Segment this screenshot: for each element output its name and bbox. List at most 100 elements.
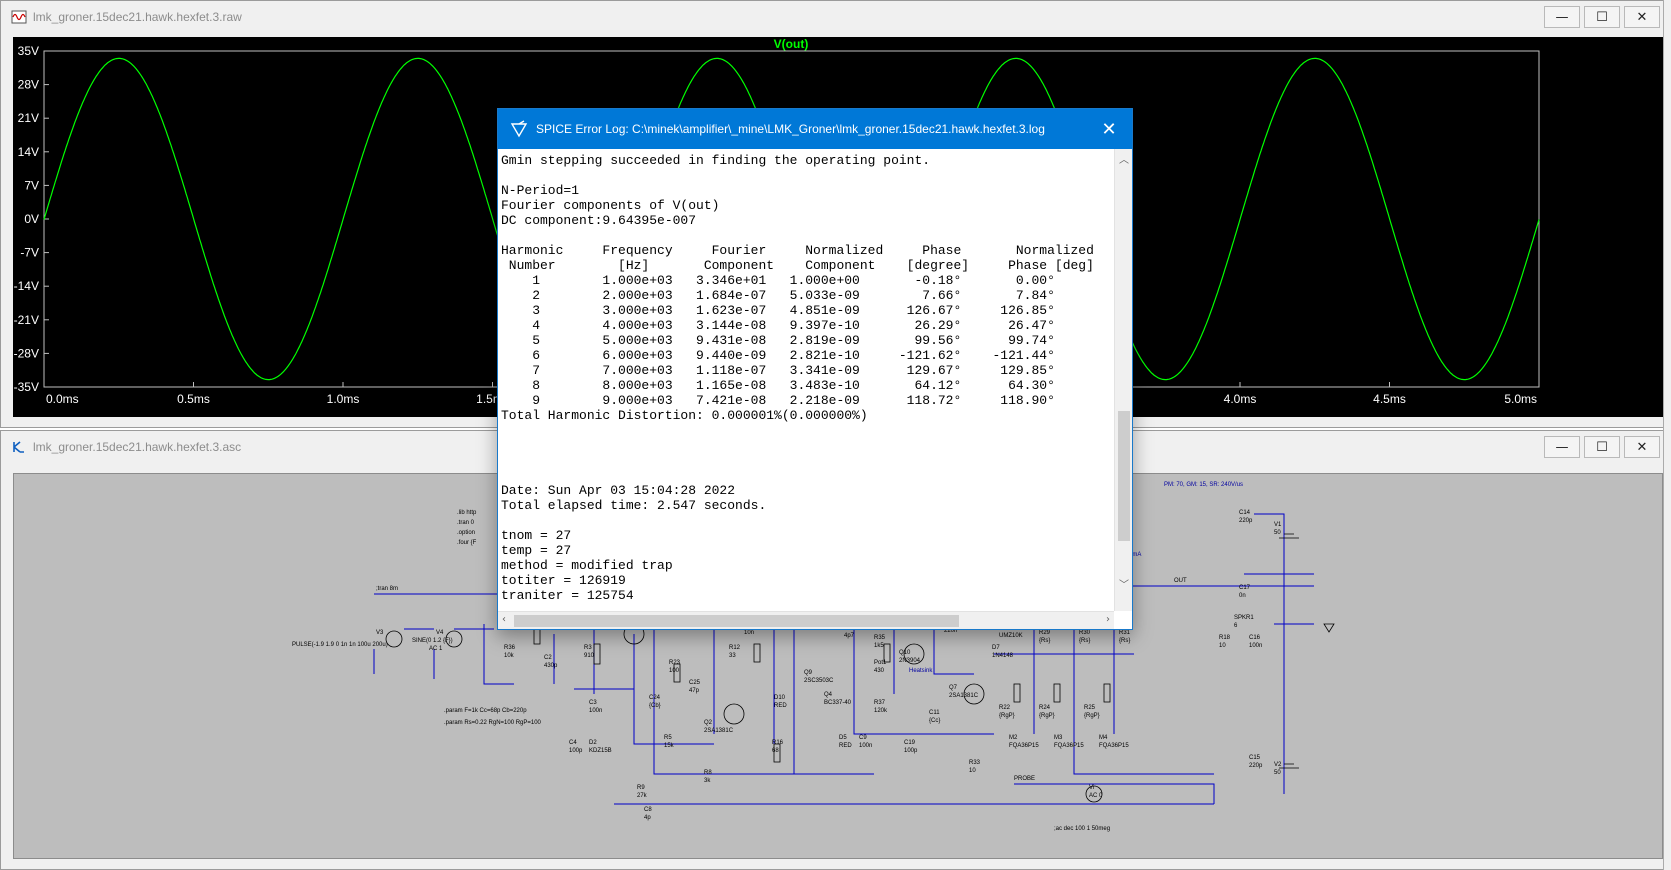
part-value[interactable]: 2N3904 bbox=[899, 658, 921, 664]
part-designator[interactable]: Q2 bbox=[704, 720, 713, 726]
maximize-button[interactable]: ☐ bbox=[1584, 436, 1620, 458]
part-value[interactable]: 2SA1381C bbox=[704, 728, 734, 734]
part-value[interactable]: 33 bbox=[729, 653, 736, 659]
part-value[interactable]: {RgP} bbox=[1084, 713, 1100, 719]
part-value[interactable]: FQA36P15 bbox=[1099, 743, 1129, 749]
part-designator[interactable]: V2 bbox=[1274, 762, 1282, 768]
part-value[interactable]: 120k bbox=[874, 708, 888, 714]
part-designator[interactable]: C16 bbox=[1249, 635, 1261, 641]
part-designator[interactable]: C19 bbox=[904, 740, 916, 746]
part-designator[interactable]: Q9 bbox=[804, 670, 813, 676]
waveform-titlebar[interactable]: lmk_groner.15dec21.hawk.hexfet.3.raw — ☐… bbox=[1, 1, 1670, 33]
part-designator[interactable]: R12 bbox=[729, 645, 741, 651]
scroll-right-icon[interactable]: › bbox=[1106, 614, 1110, 625]
part-value[interactable]: 4p7 bbox=[844, 633, 855, 639]
part-value[interactable]: 10n bbox=[744, 630, 754, 636]
part-value[interactable]: 910 bbox=[584, 653, 595, 659]
part-designator[interactable]: R29 bbox=[1039, 630, 1051, 636]
sine-source-label[interactable]: SINE(0 1.2 {F}) bbox=[412, 638, 453, 644]
param-directive-2[interactable]: .param Rs=0.22 RgN=100 RgP=100 bbox=[444, 720, 542, 726]
error-log-text[interactable]: Gmin stepping succeeded in finding the o… bbox=[498, 149, 1115, 609]
part-value[interactable]: {Cb} bbox=[649, 703, 661, 709]
part-designator[interactable]: R36 bbox=[504, 645, 516, 651]
part-value[interactable]: RED bbox=[839, 743, 852, 749]
part-designator[interactable]: R8 bbox=[704, 770, 712, 776]
part-value[interactable]: 100p bbox=[904, 748, 918, 754]
probe-net-label[interactable]: PROBE bbox=[1014, 776, 1035, 782]
part-designator[interactable]: C15 bbox=[1249, 755, 1261, 761]
maximize-button[interactable]: ☐ bbox=[1584, 6, 1620, 28]
part-designator[interactable]: C24 bbox=[649, 695, 661, 701]
part-designator[interactable]: C2 bbox=[544, 655, 552, 661]
part-value[interactable]: 100 bbox=[669, 668, 680, 674]
part-value[interactable]: 2SC3503C bbox=[804, 678, 834, 684]
part-designator[interactable]: C14 bbox=[1239, 510, 1251, 516]
close-button[interactable]: ✕ bbox=[1624, 6, 1660, 28]
part-value[interactable]: 220p bbox=[1239, 518, 1253, 524]
part-designator[interactable]: V4 bbox=[436, 630, 444, 636]
close-button[interactable]: ✕ bbox=[1086, 109, 1132, 149]
part-value[interactable]: 3k bbox=[704, 778, 711, 784]
part-designator[interactable]: D5 bbox=[839, 735, 847, 741]
part-value[interactable]: 100p bbox=[569, 748, 583, 754]
trace-label[interactable]: V(out) bbox=[774, 37, 809, 51]
part-value[interactable]: FQA36P15 bbox=[1054, 743, 1084, 749]
part-value[interactable]: 10k bbox=[504, 653, 515, 659]
part-designator[interactable]: Q10 bbox=[899, 650, 911, 656]
part-value[interactable]: 220p bbox=[1249, 763, 1263, 769]
four-directive[interactable]: .four {F bbox=[457, 540, 477, 546]
part-value[interactable]: {RgP} bbox=[999, 713, 1015, 719]
part-value[interactable]: BC337-40 bbox=[824, 700, 852, 706]
part-designator[interactable]: C25 bbox=[689, 680, 701, 686]
part-value[interactable]: RED bbox=[774, 703, 787, 709]
lib-directive[interactable]: .lib http bbox=[457, 510, 477, 516]
part-designator[interactable]: C8 bbox=[644, 807, 652, 813]
part-value[interactable]: 2SA1381C bbox=[949, 693, 979, 699]
part-designator[interactable]: R23 bbox=[669, 660, 681, 666]
part-value[interactable]: 430 bbox=[874, 668, 885, 674]
part-value[interactable]: 6 bbox=[1234, 623, 1238, 629]
part-designator[interactable]: R33 bbox=[969, 760, 981, 766]
horizontal-scroll-thumb[interactable] bbox=[514, 615, 959, 627]
part-designator[interactable]: R5 bbox=[664, 735, 672, 741]
part-designator[interactable]: C11 bbox=[929, 710, 940, 716]
minimize-button[interactable]: — bbox=[1544, 436, 1580, 458]
part-value[interactable]: {Rs} bbox=[1079, 638, 1090, 644]
part-value[interactable]: AC 0 bbox=[1089, 793, 1103, 799]
part-designator[interactable]: M4 bbox=[1099, 735, 1108, 741]
close-button[interactable]: ✕ bbox=[1624, 436, 1660, 458]
part-designator[interactable]: M2 bbox=[1009, 735, 1018, 741]
options-directive[interactable]: .option bbox=[457, 530, 475, 536]
part-value[interactable]: 27k bbox=[637, 793, 648, 799]
part-value[interactable]: {Rs} bbox=[1119, 638, 1130, 644]
pulse-source-label[interactable]: PULSE(-1.9 1.9 0 1n 1n 100u 200u) bbox=[292, 642, 388, 648]
part-designator[interactable]: R30 bbox=[1079, 630, 1091, 636]
part-value[interactable]: 10 bbox=[969, 768, 976, 774]
part-designator[interactable]: R16 bbox=[772, 740, 784, 746]
part-designator[interactable]: V3 bbox=[376, 630, 384, 636]
part-designator[interactable]: R3 bbox=[584, 645, 592, 651]
part-designator[interactable]: R22 bbox=[999, 705, 1011, 711]
part-designator[interactable]: D10 bbox=[774, 695, 786, 701]
part-value[interactable]: UMZ10K bbox=[999, 633, 1023, 639]
error-log-titlebar[interactable]: SPICE Error Log: C:\minek\amplifier\_min… bbox=[498, 109, 1132, 149]
part-designator[interactable]: Pot1 bbox=[874, 660, 887, 666]
part-designator[interactable]: R25 bbox=[1084, 705, 1096, 711]
ac-directive[interactable]: ;ac dec 100 1 50meg bbox=[1054, 826, 1110, 832]
part-value[interactable]: 47p bbox=[689, 688, 700, 694]
part-value[interactable]: 15k bbox=[664, 743, 675, 749]
part-designator[interactable]: C3 bbox=[589, 700, 597, 706]
part-value[interactable]: 0n bbox=[1239, 593, 1246, 599]
part-designator[interactable]: R9 bbox=[637, 785, 645, 791]
horizontal-scrollbar[interactable]: ‹ › bbox=[498, 611, 1114, 629]
scroll-down-icon[interactable]: ﹀ bbox=[1119, 576, 1129, 591]
part-designator[interactable]: D7 bbox=[992, 645, 1000, 651]
part-designator[interactable]: R31 bbox=[1119, 630, 1131, 636]
part-value[interactable]: 100n bbox=[1249, 643, 1262, 649]
part-designator[interactable]: R24 bbox=[1039, 705, 1051, 711]
part-designator[interactable]: R18 bbox=[1219, 635, 1231, 641]
part-value[interactable]: 430p bbox=[544, 663, 558, 669]
out-net-label[interactable]: OUT bbox=[1174, 578, 1187, 584]
part-value[interactable]: 100n bbox=[859, 743, 872, 749]
part-value[interactable]: 68 bbox=[772, 748, 779, 754]
